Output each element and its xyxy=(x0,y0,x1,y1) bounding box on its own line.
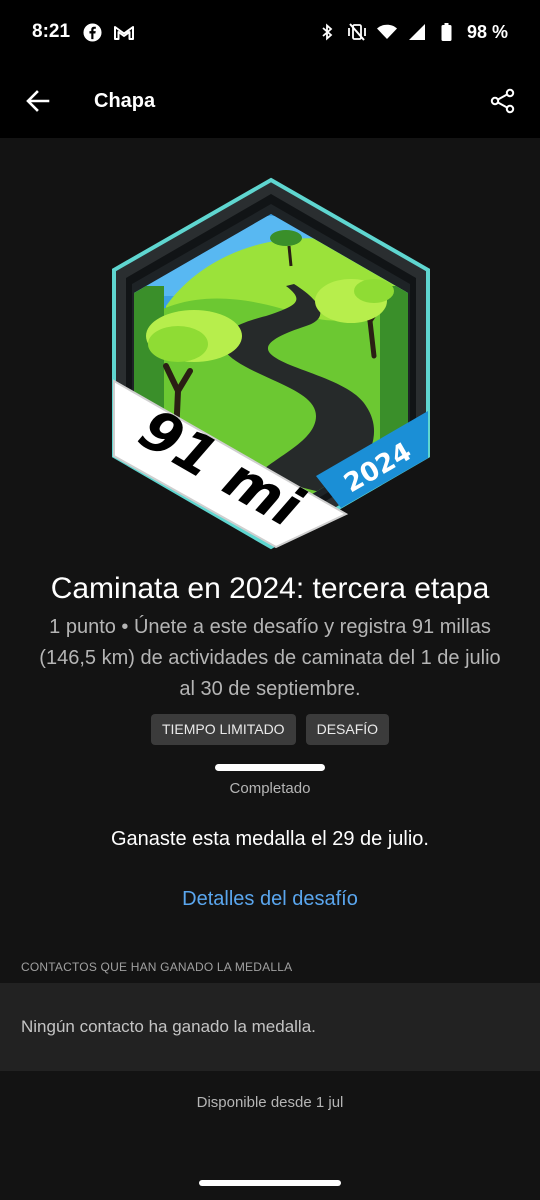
status-bar: 8:21 98 % xyxy=(0,0,540,64)
arrow-back-icon xyxy=(26,90,50,112)
challenge-details-link[interactable]: Detalles del desafío xyxy=(0,888,540,911)
gesture-nav-handle[interactable] xyxy=(199,1180,341,1186)
progress-bar xyxy=(215,764,325,771)
tag-limited-time: TIEMPO LIMITADO xyxy=(150,714,296,745)
contacts-list: Ningún contacto ha ganado la medalla. xyxy=(0,983,540,1071)
gmail-icon xyxy=(114,22,135,42)
earned-date-text: Ganaste esta medalla el 29 de julio. xyxy=(111,828,429,850)
vibrate-off-icon xyxy=(347,22,367,42)
wifi-icon xyxy=(376,22,397,42)
progress-label: Completado xyxy=(229,780,311,797)
battery-percentage: 98 % xyxy=(466,21,508,42)
bluetooth-icon xyxy=(317,22,337,42)
tag-list: TIEMPO LIMITADO DESAFÍO xyxy=(0,714,540,745)
contacts-section-header: CONTACTOS QUE HAN GANADO LA MEDALLA xyxy=(21,960,293,974)
share-icon xyxy=(490,88,515,114)
status-time: 8:21 xyxy=(32,21,71,42)
available-since-text: Disponible desde 1 jul xyxy=(196,1094,344,1111)
share-button[interactable] xyxy=(466,64,540,138)
progress-fill xyxy=(215,764,325,771)
app-bar: Chapa xyxy=(0,64,540,138)
challenge-title: Caminata en 2024: tercera etapa xyxy=(50,572,490,605)
back-button[interactable] xyxy=(0,64,76,138)
facebook-icon xyxy=(82,22,102,42)
battery-icon xyxy=(437,22,457,42)
tag-challenge: DESAFÍO xyxy=(305,714,390,745)
challenge-description: 1 punto • Únete a este desafío y registr… xyxy=(39,616,501,700)
cellular-icon xyxy=(407,22,427,42)
badge-image: 91 mi 2024 xyxy=(112,177,430,550)
contacts-empty-text: Ningún contacto ha ganado la medalla. xyxy=(21,1017,316,1036)
page-title: Chapa xyxy=(94,89,156,112)
